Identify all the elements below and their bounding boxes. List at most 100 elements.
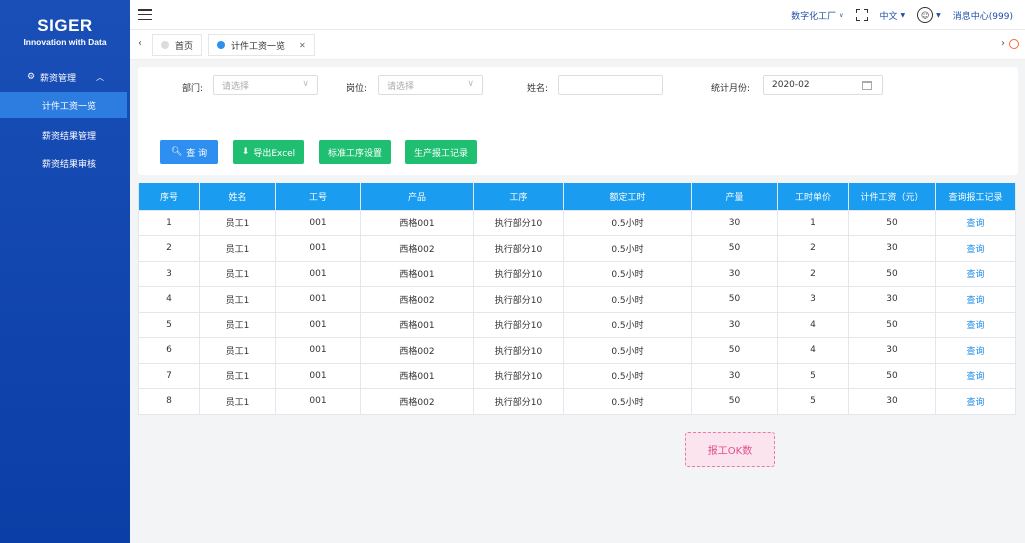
table-row: 8 员工1 001 西格002 执行部分10 0.5小时 50 5 30 查询	[138, 388, 1016, 415]
department-label: 部门:	[182, 84, 204, 94]
cell-employee-id: 001	[275, 260, 361, 287]
factory-dropdown[interactable]: 数字化工厂 ∨	[791, 9, 843, 22]
cell-unit-price: 5	[777, 388, 849, 415]
cell-product: 西格002	[360, 337, 474, 364]
cell-process: 执行部分10	[473, 337, 564, 364]
cell-unit-price: 2	[777, 260, 849, 287]
query-link[interactable]: 查询	[935, 260, 1016, 287]
tabs-bar: ‹ 首页 计件工资一览 ✕ ›	[130, 30, 1025, 60]
user-menu[interactable]: ☺ ▼	[917, 7, 941, 23]
table-row: 1 员工1 001 西格001 执行部分10 0.5小时 30 1 50 查询	[138, 209, 1016, 236]
sidebar-group-salary[interactable]: ⚙ 薪资管理 ︿	[0, 64, 130, 90]
cell-output: 30	[691, 362, 778, 389]
header-output: 产量	[691, 183, 778, 211]
cell-rated-hours: 0.5小时	[563, 362, 692, 389]
query-button[interactable]: 🔍︎ 查 询	[160, 140, 218, 164]
department-select[interactable]: 请选择 ∨	[213, 75, 318, 95]
sidebar-item-label: 薪资结果审核	[42, 159, 97, 170]
sidebar-item-salary-audit[interactable]: 薪资结果审核	[0, 150, 130, 176]
month-picker[interactable]: 2020-02	[763, 75, 883, 95]
close-icon[interactable]: ✕	[299, 41, 306, 50]
cell-index: 8	[138, 388, 200, 415]
header-rated-hours: 额定工时	[563, 183, 692, 211]
cell-product: 西格002	[360, 235, 474, 262]
tab-label: 计件工资一览	[231, 41, 286, 52]
month-label: 统计月份:	[711, 84, 751, 94]
department-placeholder: 请选择	[222, 81, 250, 92]
query-link[interactable]: 查询	[935, 209, 1016, 236]
message-center-link[interactable]: 消息中心(999)	[953, 9, 1013, 22]
header-unit-price: 工时单价	[777, 183, 849, 211]
cell-rated-hours: 0.5小时	[563, 286, 692, 313]
position-select[interactable]: 请选择 ∨	[378, 75, 483, 95]
standard-label: 标准工序设置	[327, 148, 382, 159]
logo-title: SIGER	[37, 15, 93, 35]
production-label: 生产报工记录	[413, 148, 468, 159]
sidebar-item-salary-result[interactable]: 薪资结果管理	[0, 122, 130, 148]
cell-product: 西格001	[360, 209, 474, 236]
menu-toggle-icon[interactable]	[138, 9, 152, 20]
chevron-up-icon: ︿	[96, 72, 105, 82]
cell-index: 6	[138, 337, 200, 364]
cell-employee-id: 001	[275, 209, 361, 236]
query-link[interactable]: 查询	[935, 286, 1016, 313]
sidebar-item-label: 薪资结果管理	[42, 131, 97, 142]
cell-index: 4	[138, 286, 200, 313]
tabs-scroll-right-icon[interactable]: ›	[1001, 38, 1005, 49]
tab-home[interactable]: 首页	[152, 34, 203, 56]
cell-process: 执行部分10	[473, 286, 564, 313]
export-excel-button[interactable]: ⬇ 导出Excel	[233, 140, 304, 164]
gear-icon: ⚙	[26, 72, 36, 82]
sidebar-item-label: 计件工资一览	[42, 101, 97, 112]
chevron-down-icon: ∨	[467, 79, 474, 89]
cell-unit-price: 1	[777, 209, 849, 236]
cell-product: 西格002	[360, 286, 474, 313]
cell-unit-price: 2	[777, 235, 849, 262]
cell-rated-hours: 0.5小时	[563, 388, 692, 415]
query-link[interactable]: 查询	[935, 311, 1016, 338]
cell-process: 执行部分10	[473, 209, 564, 236]
position-placeholder: 请选择	[387, 81, 415, 92]
cell-index: 7	[138, 362, 200, 389]
position-label: 岗位:	[346, 84, 368, 94]
user-icon: ☺	[917, 7, 934, 23]
factory-label: 数字化工厂	[791, 11, 837, 22]
query-link[interactable]: 查询	[935, 388, 1016, 415]
production-record-button[interactable]: 生产报工记录	[405, 140, 477, 164]
cell-rated-hours: 0.5小时	[563, 235, 692, 262]
language-dropdown[interactable]: 中文 ▼	[880, 9, 906, 22]
cell-output: 50	[691, 286, 778, 313]
table-row: 3 员工1 001 西格001 执行部分10 0.5小时 30 2 50 查询	[138, 260, 1016, 287]
cell-piece-wage: 50	[848, 311, 936, 338]
cell-process: 执行部分10	[473, 260, 564, 287]
cell-index: 1	[138, 209, 200, 236]
standard-process-button[interactable]: 标准工序设置	[319, 140, 391, 164]
cell-index: 2	[138, 235, 200, 262]
table-row: 5 员工1 001 西格001 执行部分10 0.5小时 30 4 50 查询	[138, 311, 1016, 338]
tabs-scroll-left-icon[interactable]: ‹	[138, 38, 142, 49]
cell-product: 西格001	[360, 362, 474, 389]
sidebar-item-piecework[interactable]: 计件工资一览	[0, 92, 127, 118]
tab-piecework[interactable]: 计件工资一览 ✕	[208, 34, 315, 56]
query-link[interactable]: 查询	[935, 362, 1016, 389]
cell-employee-id: 001	[275, 311, 361, 338]
query-link[interactable]: 查询	[935, 337, 1016, 364]
cell-employee-id: 001	[275, 286, 361, 313]
language-label: 中文	[879, 11, 898, 22]
cell-rated-hours: 0.5小时	[563, 311, 692, 338]
query-link[interactable]: 查询	[935, 235, 1016, 262]
cell-piece-wage: 50	[848, 209, 936, 236]
header-employee-id: 工号	[275, 183, 361, 211]
name-input[interactable]	[558, 75, 663, 95]
table-row: 6 员工1 001 西格002 执行部分10 0.5小时 50 4 30 查询	[138, 337, 1016, 364]
cell-piece-wage: 30	[848, 286, 936, 313]
cell-output: 30	[691, 311, 778, 338]
sidebar-group-label: 薪资管理	[40, 73, 77, 84]
cell-output: 50	[691, 235, 778, 262]
close-all-tabs-icon[interactable]	[1009, 39, 1019, 49]
cell-name: 员工1	[199, 260, 276, 287]
tab-label: 首页	[175, 41, 194, 52]
report-ok-count-box[interactable]: 报工OK数	[685, 432, 775, 467]
cell-unit-price: 4	[777, 337, 849, 364]
fullscreen-button[interactable]	[855, 9, 868, 21]
